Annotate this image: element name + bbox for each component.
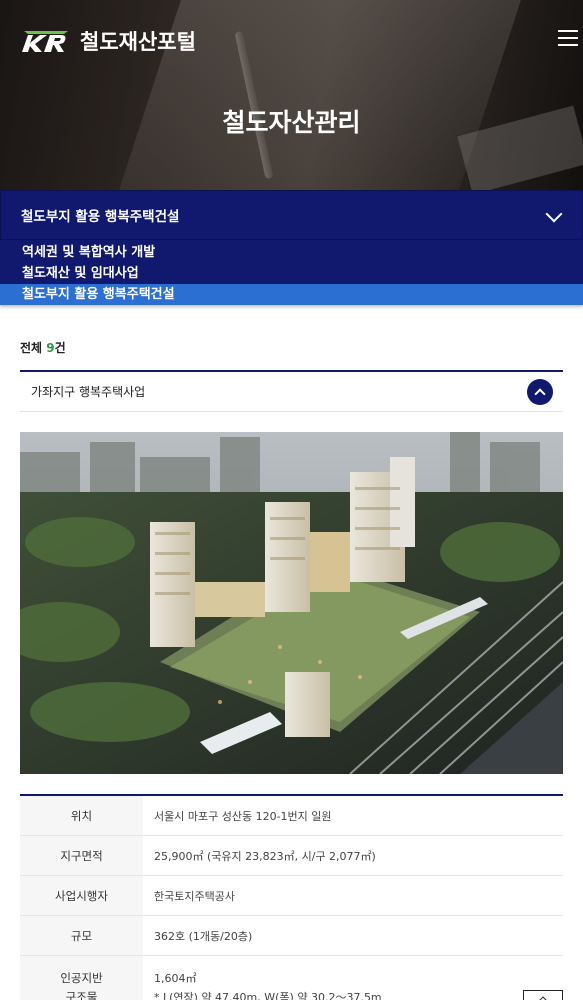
total-count-number: 9 [46,341,55,355]
row-value-operator: 한국토지주택공사 [154,889,235,903]
total-count-prefix: 전체 [20,341,47,355]
row-label-structure-line1: 인공지반 [60,971,103,985]
project-rendering-image [20,432,563,774]
category-select[interactable]: 철도부지 활용 행복주택건설 [0,190,583,240]
row-label-area: 지구면적 [20,836,143,875]
row-label-location: 위치 [20,796,143,835]
row-value-structure: 1,604㎡ * L(연장) 약 47.40m, W(폭) 약 30.2～37.… [143,956,563,1000]
kr-logo-icon [22,31,68,52]
row-value-structure-line2: * L(연장) 약 47.40m, W(폭) 약 30.2～37.5m [154,991,382,1000]
project-info-table: 위치 서울시 마포구 성산동 120-1번지 일원 지구면적 25,900㎡ (… [20,794,563,1000]
row-label-scale: 규모 [20,916,143,955]
hero-banner: 철도재산포털 철도자산관리 [0,0,583,190]
row-value-scale: 362호 (1개동/20층) [154,929,253,943]
chevron-down-icon [545,205,563,223]
row-label-operator: 사업시행자 [20,876,143,915]
table-row: 규모 362호 (1개동/20층) [20,916,563,956]
scroll-top-button[interactable] [523,990,563,1000]
row-value-location: 서울시 마포구 성산동 120-1번지 일원 [154,809,332,823]
table-row: 위치 서울시 마포구 성산동 120-1번지 일원 [20,796,563,836]
category-select-value: 철도부지 활용 행복주택건설 [21,209,180,225]
table-row: 지구면적 25,900㎡ (국유지 23,823㎡, 시/구 2,077㎡) [20,836,563,876]
table-row: 인공지반 구조물 1,604㎡ * L(연장) 약 47.40m, W(폭) 약… [20,956,563,1000]
category-option-station-development[interactable]: 역세권 및 복합역사 개발 [0,242,583,263]
row-value-structure-line1: 1,604㎡ [154,972,197,985]
project-title: 가좌지구 행복주택사업 [31,385,146,399]
row-value-area: 25,900㎡ (국유지 23,823㎡, 시/구 2,077㎡) [154,849,376,863]
hamburger-icon[interactable] [558,30,580,50]
total-count-suffix: 건 [54,341,66,355]
site-logo-text: 철도재산포털 [80,30,196,54]
row-label-structure: 인공지반 구조물 [20,956,143,1000]
row-label-structure-line2: 구조물 [65,990,98,1000]
category-option-happy-housing[interactable]: 철도부지 활용 행복주택건설 [0,284,583,305]
total-count: 전체 9건 [20,339,66,356]
category-option-rail-property-lease[interactable]: 철도재산 및 임대사업 [0,263,583,284]
chevron-up-icon[interactable] [527,379,553,405]
site-logo[interactable]: 철도재산포털 [20,26,196,56]
category-options: 역세권 및 복합역사 개발 철도재산 및 임대사업 철도부지 활용 행복주택건설 [0,240,583,305]
table-row: 사업시행자 한국토지주택공사 [20,876,563,916]
chevron-up-icon [537,996,549,1000]
page-title: 철도자산관리 [222,108,361,137]
project-accordion-header[interactable]: 가좌지구 행복주택사업 [20,370,563,412]
